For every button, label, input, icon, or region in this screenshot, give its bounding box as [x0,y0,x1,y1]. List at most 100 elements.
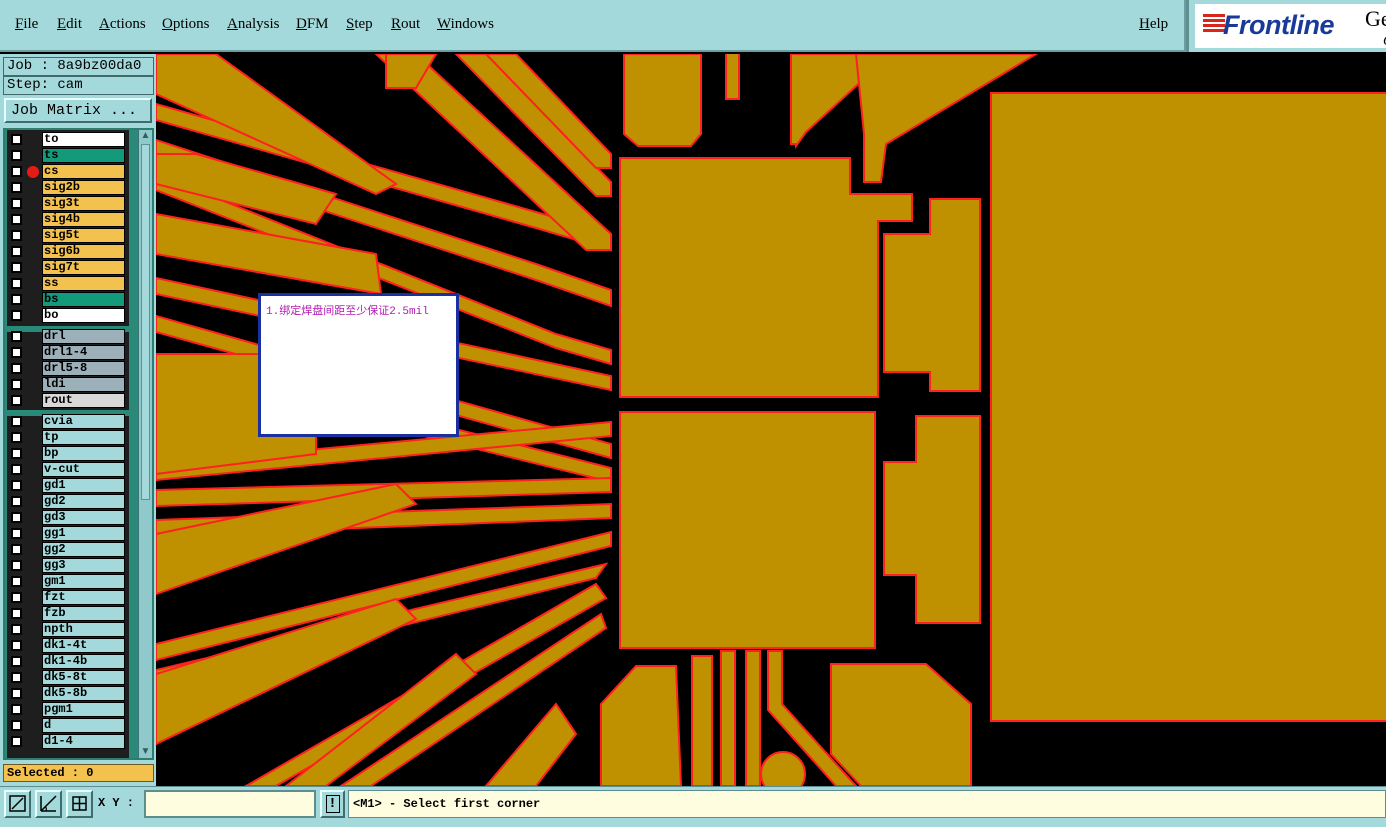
warning-button[interactable]: ! [320,790,345,818]
layer-name[interactable]: sig5t [42,228,125,243]
layer-checkbox[interactable] [11,688,22,699]
layer-name[interactable]: gd1 [42,478,125,493]
layer-row-drl5-8[interactable]: drl5-8 [7,361,129,376]
layer-name[interactable]: sig2b [42,180,125,195]
layer-name[interactable]: gm1 [42,574,125,589]
layer-row-gg3[interactable]: gg3 [7,558,129,573]
layer-checkbox[interactable] [11,379,22,390]
layer-row-gm1[interactable]: gm1 [7,574,129,589]
layer-name[interactable]: npth [42,622,125,637]
layer-checkbox[interactable] [11,395,22,406]
layer-name[interactable]: sig7t [42,260,125,275]
layer-row-to[interactable]: to [7,132,129,147]
layer-name[interactable]: gg2 [42,542,125,557]
layer-checkbox[interactable] [11,416,22,427]
layer-checkbox[interactable] [11,624,22,635]
layer-checkbox[interactable] [11,150,22,161]
menu-rout[interactable]: Rout [391,16,420,33]
layer-row-v-cut[interactable]: v-cut [7,462,129,477]
layer-checkbox[interactable] [11,432,22,443]
layer-row-gd1[interactable]: gd1 [7,478,129,493]
layer-checkbox[interactable] [11,480,22,491]
menu-help[interactable]: Help [1139,16,1168,33]
job-matrix-button[interactable]: Job Matrix ... [4,98,152,123]
layer-row-sig3t[interactable]: sig3t [7,196,129,211]
layer-name[interactable]: fzt [42,590,125,605]
layer-checkbox[interactable] [11,278,22,289]
layer-row-ts[interactable]: ts [7,148,129,163]
layer-name[interactable]: bp [42,446,125,461]
layer-checkbox[interactable] [11,262,22,273]
layer-row-gg1[interactable]: gg1 [7,526,129,541]
layer-checkbox[interactable] [11,331,22,342]
layer-name[interactable]: bo [42,308,125,323]
layer-checkbox[interactable] [11,294,22,305]
layer-checkbox[interactable] [11,363,22,374]
menu-actions[interactable]: Actions [99,16,146,33]
layer-checkbox[interactable] [11,592,22,603]
grid-snap-button[interactable] [66,790,93,818]
measure-button[interactable] [35,790,62,818]
layer-name[interactable]: sig3t [42,196,125,211]
layer-row-pgm1[interactable]: pgm1 [7,702,129,717]
layer-name[interactable]: ldi [42,377,125,392]
layer-name[interactable]: dk1-4t [42,638,125,653]
zoom-home-button[interactable] [4,790,31,818]
layer-checkbox[interactable] [11,230,22,241]
layer-row-bo[interactable]: bo [7,308,129,323]
layer-checkbox[interactable] [11,512,22,523]
layer-row-sig6b[interactable]: sig6b [7,244,129,259]
layer-checkbox[interactable] [11,720,22,731]
layer-row-sig2b[interactable]: sig2b [7,180,129,195]
layer-checkbox[interactable] [11,496,22,507]
layer-name[interactable]: gd3 [42,510,125,525]
layer-checkbox[interactable] [11,576,22,587]
layer-checkbox[interactable] [11,166,22,177]
layer-name[interactable]: dk5-8b [42,686,125,701]
menu-edit[interactable]: Edit [57,16,82,33]
layer-row-dk5-8t[interactable]: dk5-8t [7,670,129,685]
layer-name[interactable]: pgm1 [42,702,125,717]
layer-row-drl1-4[interactable]: drl1-4 [7,345,129,360]
layer-checkbox[interactable] [11,656,22,667]
layer-row-bp[interactable]: bp [7,446,129,461]
layer-row-ss[interactable]: ss [7,276,129,291]
layer-row-sig5t[interactable]: sig5t [7,228,129,243]
layer-checkbox[interactable] [11,528,22,539]
menu-windows[interactable]: Windows [437,16,494,33]
layer-row-dk1-4b[interactable]: dk1-4b [7,654,129,669]
layer-name[interactable]: dk5-8t [42,670,125,685]
layer-row-sig4b[interactable]: sig4b [7,212,129,227]
layer-checkbox[interactable] [11,736,22,747]
layer-checkbox[interactable] [11,448,22,459]
layer-name[interactable]: ss [42,276,125,291]
layer-name[interactable]: cs [42,164,125,179]
layer-checkbox[interactable] [11,347,22,358]
layer-scrollbar[interactable]: ▲ ▼ [138,130,152,758]
layer-row-dk1-4t[interactable]: dk1-4t [7,638,129,653]
layer-name[interactable]: sig4b [42,212,125,227]
layer-checkbox[interactable] [11,704,22,715]
menu-options[interactable]: Options [162,16,210,33]
layer-row-d1-4[interactable]: d1-4 [7,734,129,749]
layer-row-gd3[interactable]: gd3 [7,510,129,525]
menu-file[interactable]: File [15,16,38,33]
layer-checkbox[interactable] [11,672,22,683]
layer-name[interactable]: d1-4 [42,734,125,749]
scroll-up-icon[interactable]: ▲ [140,130,151,142]
menu-dfm[interactable]: DFM [296,16,329,33]
layer-checkbox[interactable] [11,464,22,475]
layer-name[interactable]: ts [42,148,125,163]
layer-name[interactable]: drl [42,329,125,344]
layer-checkbox[interactable] [11,214,22,225]
layer-name[interactable]: v-cut [42,462,125,477]
layer-name[interactable]: bs [42,292,125,307]
layer-row-sig7t[interactable]: sig7t [7,260,129,275]
layer-name[interactable]: gg1 [42,526,125,541]
layer-name[interactable]: dk1-4b [42,654,125,669]
layer-name[interactable]: fzb [42,606,125,621]
layer-row-fzb[interactable]: fzb [7,606,129,621]
layer-row-tp[interactable]: tp [7,430,129,445]
layer-name[interactable]: to [42,132,125,147]
layer-row-gd2[interactable]: gd2 [7,494,129,509]
